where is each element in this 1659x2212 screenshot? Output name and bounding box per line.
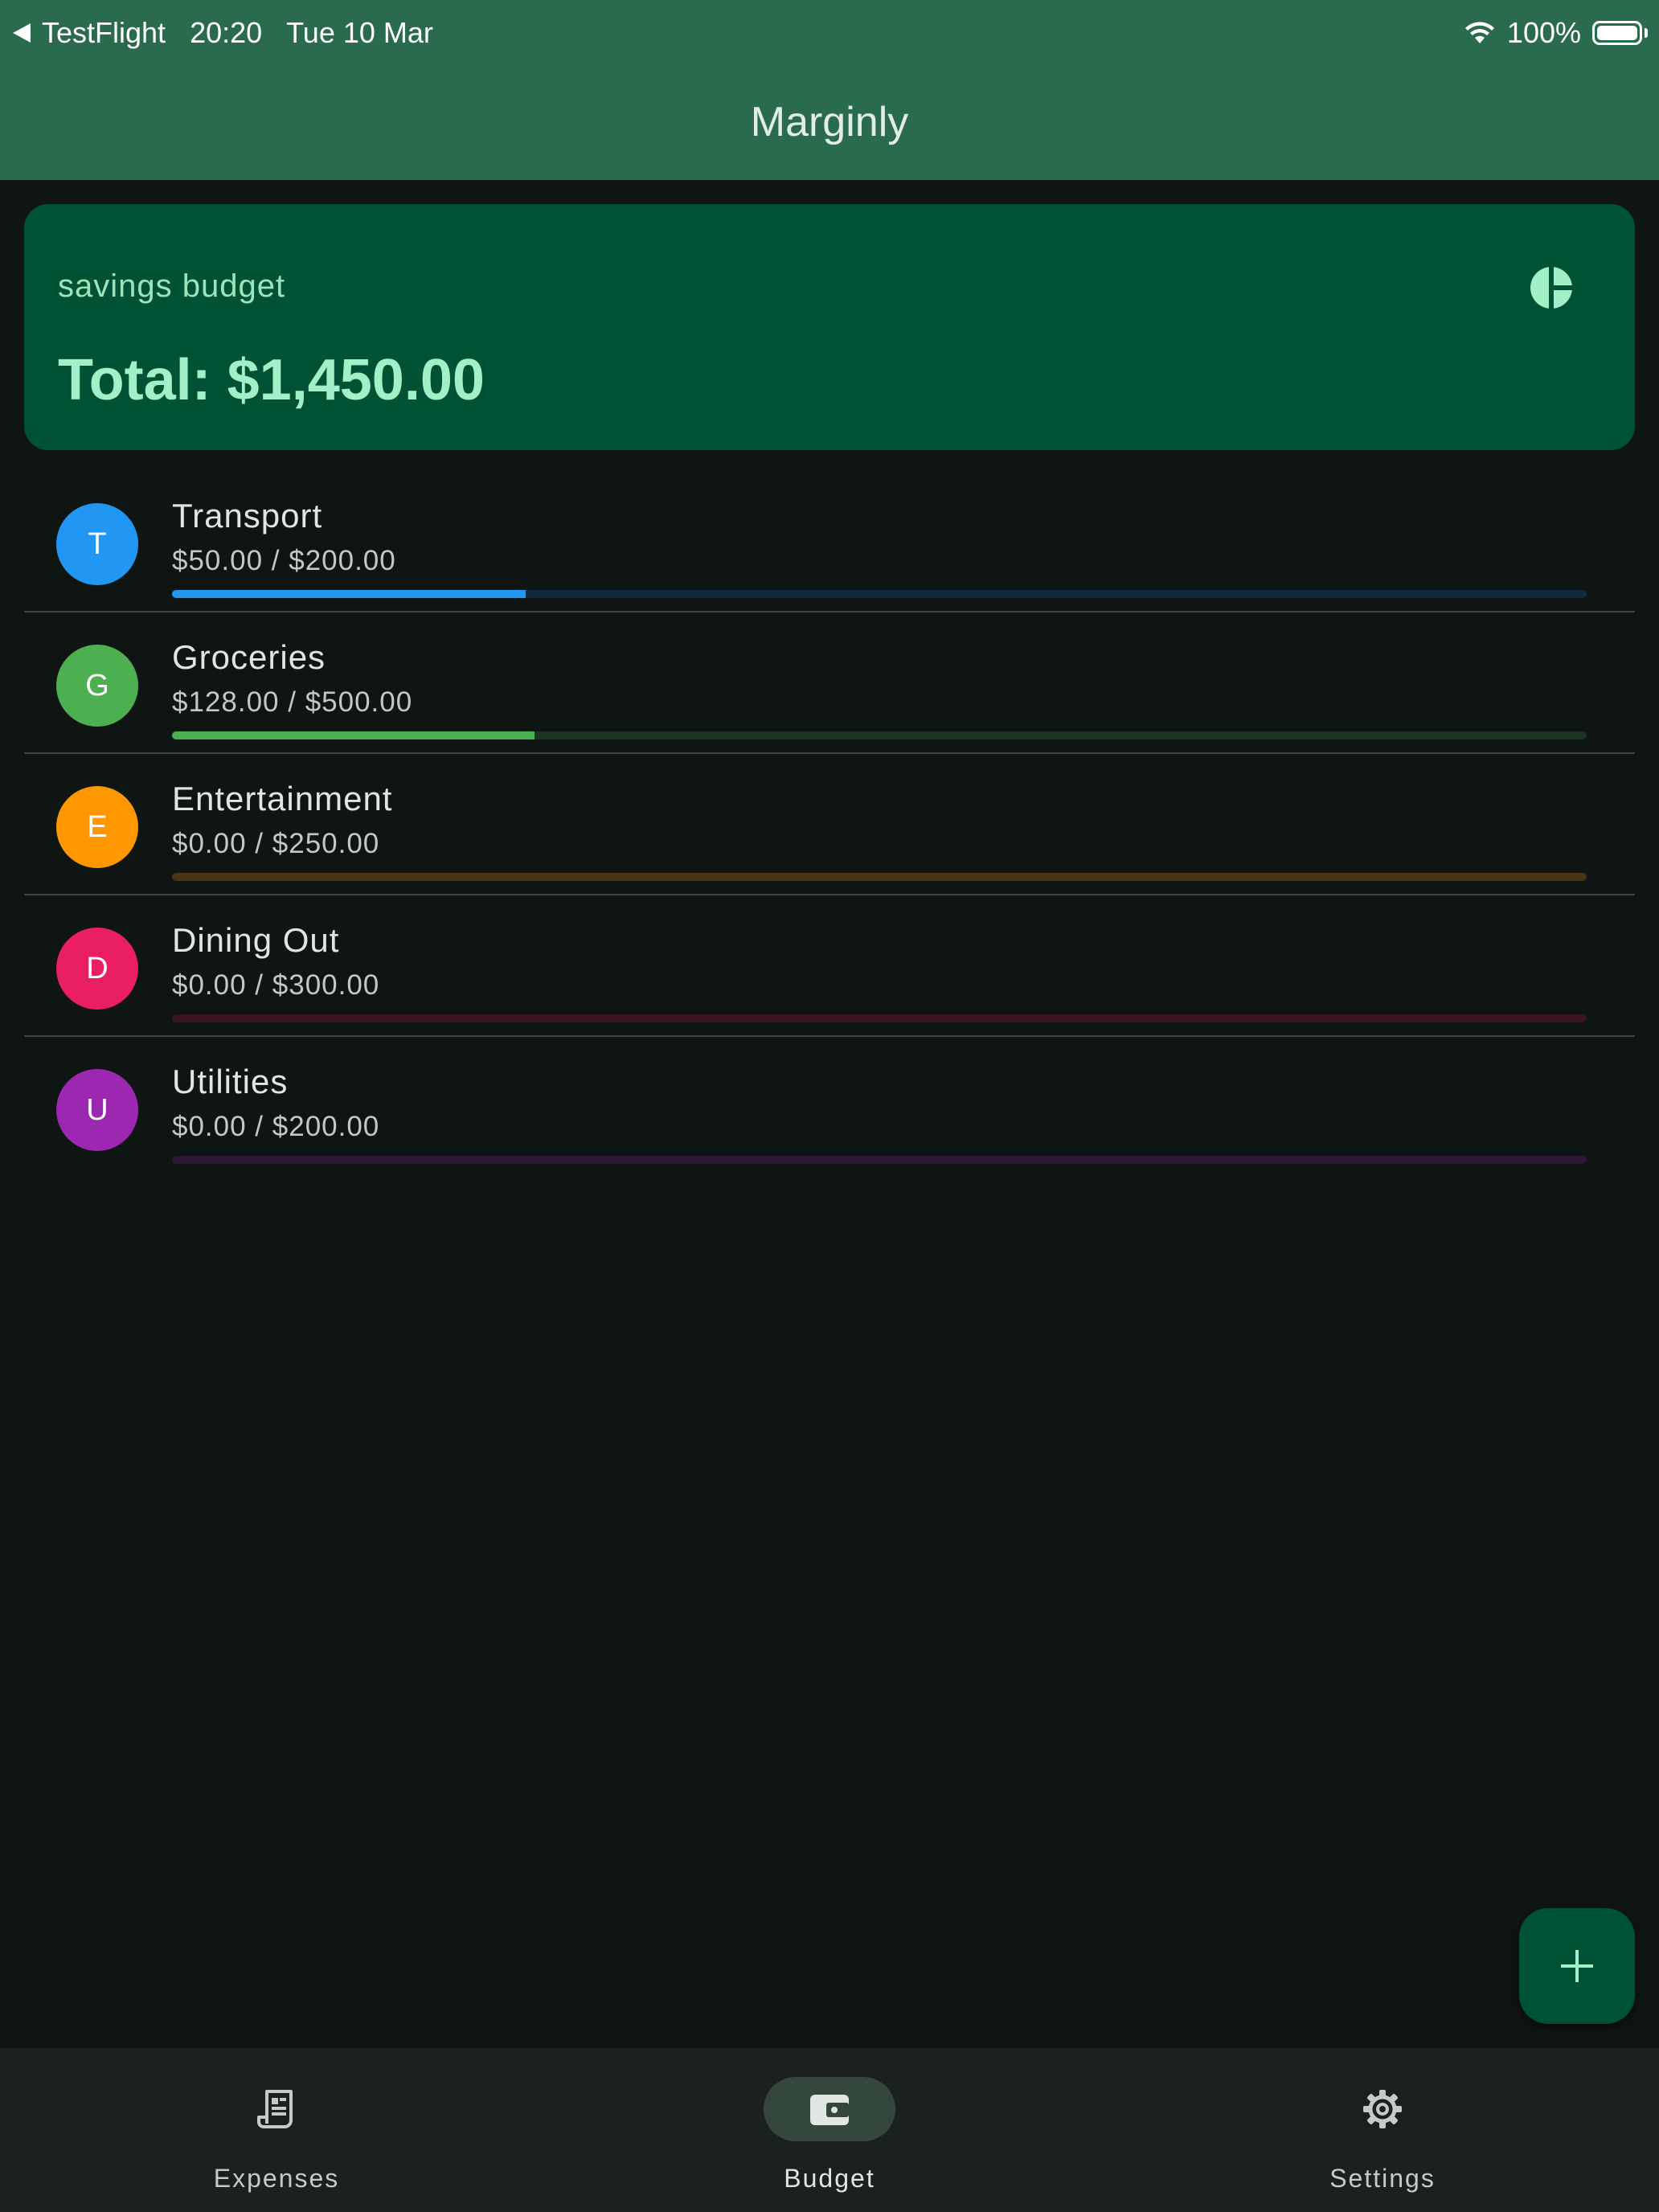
budget-total: Total: $1,450.00 [58,348,485,412]
progress-fill [172,731,535,739]
status-bar: TestFlight 20:20 Tue 10 Mar 100% [0,0,1659,64]
status-date: Tue 10 Mar [286,16,433,49]
category-row[interactable]: T Transport $50.00 / $200.00 [24,471,1635,612]
category-amount: $0.00 / $300.00 [172,969,380,1001]
category-row[interactable]: D Dining Out $0.00 / $300.00 [24,895,1635,1037]
category-avatar: D [56,928,138,1010]
nav-item-expenses[interactable]: Expenses [116,2048,437,2212]
category-name: Groceries [172,638,326,676]
progress-track [172,1014,1587,1022]
budget-name: savings budget [58,268,286,304]
progress-fill [172,590,526,598]
category-amount: $128.00 / $500.00 [172,686,413,718]
status-time: 20:20 [190,16,263,49]
nav-item-budget[interactable]: Budget [669,2048,990,2212]
battery-icon [1592,21,1642,45]
battery-nub [1645,28,1648,38]
category-avatar: G [56,645,138,727]
category-avatar: U [56,1069,138,1151]
nav-icon-container [211,2077,342,2141]
category-avatar: E [56,786,138,868]
add-category-button[interactable] [1519,1908,1635,2024]
category-name: Utilities [172,1063,289,1100]
category-name: Transport [172,497,323,535]
nav-icon-container [1317,2077,1448,2141]
nav-label-expenses: Expenses [213,2164,340,2193]
category-list: T Transport $50.00 / $200.00 G Groceries… [24,471,1635,1177]
receipt-icon [257,2090,293,2128]
nav-item-settings[interactable]: Settings [1222,2048,1543,2212]
category-amount: $0.00 / $250.00 [172,828,380,859]
wallet-icon [810,2095,849,2125]
app-title: Marginly [750,99,909,145]
nav-label-budget: Budget [784,2164,875,2193]
category-name: Entertainment [172,780,393,817]
category-amount: $50.00 / $200.00 [172,545,396,576]
top-bar: TestFlight 20:20 Tue 10 Mar 100% Marginl… [0,0,1659,180]
plus-icon [1561,1950,1593,1982]
back-to-app-link[interactable]: TestFlight [42,16,166,50]
category-row[interactable]: E Entertainment $0.00 / $250.00 [24,754,1635,895]
progress-track [172,873,1587,881]
gear-icon [1363,2090,1402,2128]
budget-summary-card: savings budget Total: $1,450.00 [24,204,1635,450]
progress-track [172,1156,1587,1164]
category-row[interactable]: U Utilities $0.00 / $200.00 [24,1037,1635,1177]
progress-track [172,590,1587,598]
nav-label-settings: Settings [1329,2164,1436,2193]
category-amount: $0.00 / $200.00 [172,1111,380,1142]
pie-chart-icon[interactable] [1529,265,1574,310]
progress-track [172,731,1587,739]
category-row[interactable]: G Groceries $128.00 / $500.00 [24,612,1635,754]
category-avatar: T [56,503,138,585]
wifi-icon [1464,22,1494,43]
nav-icon-container-active [764,2077,895,2141]
category-name: Dining Out [172,921,340,959]
bottom-navigation: Expenses Budget Settings [0,2048,1659,2212]
battery-percentage: 100% [1506,16,1581,49]
back-arrow-icon[interactable] [13,23,31,43]
